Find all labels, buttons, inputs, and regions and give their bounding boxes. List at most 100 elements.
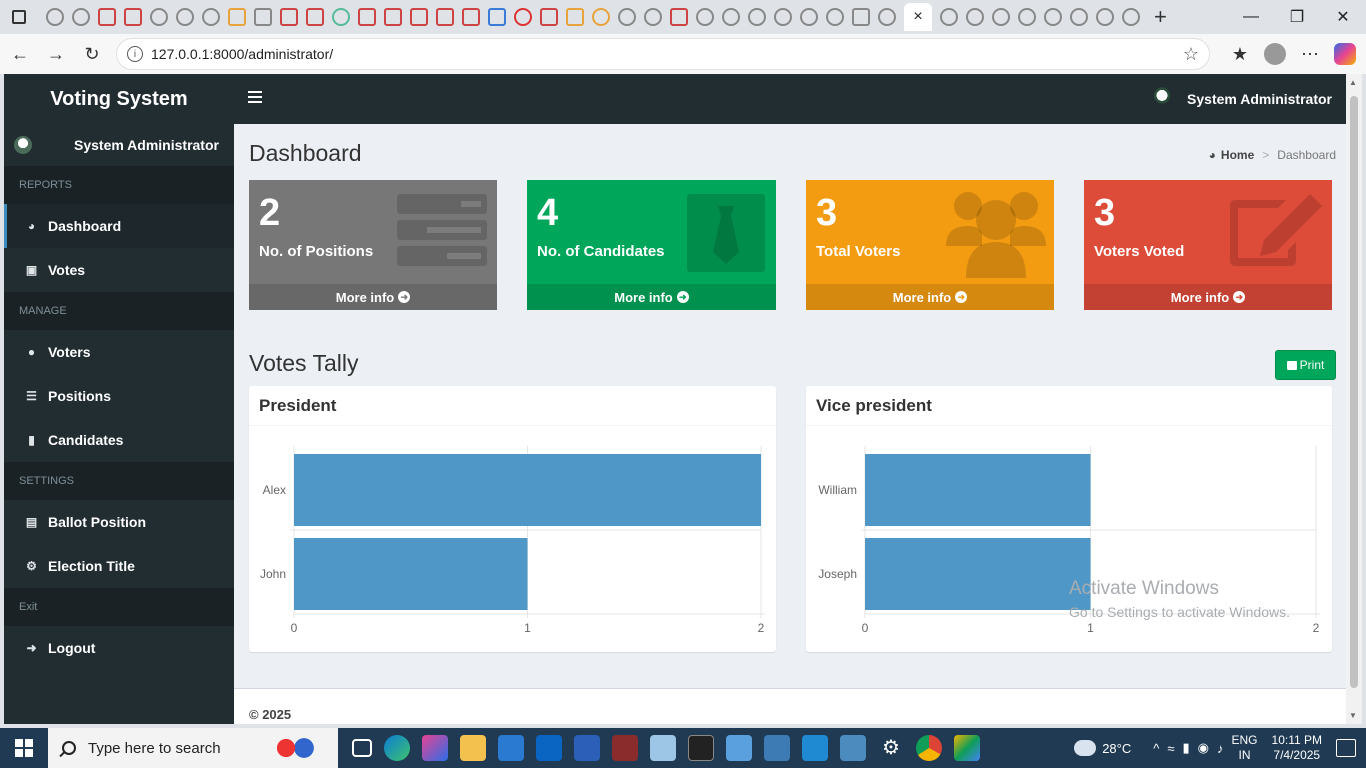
tab-drive-icon[interactable] [566,8,584,26]
tab-pdf-icon[interactable] [98,8,116,26]
language-indicator[interactable]: ENG IN [1232,733,1258,763]
tab-app-icon[interactable] [254,8,272,26]
new-tab-icon[interactable]: + [1154,4,1167,30]
tab-globe-icon[interactable] [1018,8,1036,26]
tab-globe-icon[interactable] [176,8,194,26]
notes-icon[interactable] [650,735,676,761]
scroll-down-icon[interactable]: ▼ [1349,711,1357,720]
tab-globe-icon[interactable] [748,8,766,26]
control-panel-icon[interactable] [726,735,752,761]
git-icon[interactable] [954,735,980,761]
edge-icon[interactable] [384,735,410,761]
url-bar[interactable]: i 127.0.0.1:8000/administrator/ ☆ [116,38,1210,70]
tab-pdf-icon[interactable] [462,8,480,26]
python-icon[interactable] [764,735,790,761]
user-menu[interactable]: System Administrator [1153,74,1332,124]
weather-widget[interactable]: 28°C [1074,740,1131,756]
tab-pdf-icon[interactable] [306,8,324,26]
tab-app-icon[interactable] [592,8,610,26]
battery-icon[interactable]: ▮ [1183,740,1190,756]
tab-globe-icon[interactable] [1122,8,1140,26]
back-icon[interactable]: ← [2,36,38,72]
chrome-icon[interactable] [916,735,942,761]
breadcrumb-home-link[interactable]: Home [1221,148,1254,162]
tab-github-icon[interactable] [202,8,220,26]
sidebar-item-voters[interactable]: ● Voters [4,330,234,374]
tab-pdf-icon[interactable] [436,8,454,26]
tab-gear-icon[interactable] [150,8,168,26]
scroll-thumb[interactable] [1350,96,1358,688]
copilot-app-icon[interactable] [422,735,448,761]
sidebar-item-logout[interactable]: ➜ Logout [4,626,234,670]
tab-pdf-icon[interactable] [410,8,428,26]
favorites-icon[interactable]: ★ [1228,44,1252,65]
tab-bing-icon[interactable] [488,8,506,26]
more-info-link[interactable]: More info ➜ [249,284,497,310]
profile-avatar-icon[interactable] [1264,43,1286,65]
tab-globe-icon[interactable] [1070,8,1088,26]
terminal-icon[interactable] [688,735,714,761]
more-info-link[interactable]: More info ➜ [527,284,776,310]
sidebar-item-ballot-position[interactable]: ▤ Ballot Position [4,500,234,544]
tab-pdf-icon[interactable] [540,8,558,26]
tab-pdf-icon[interactable] [358,8,376,26]
outlook-icon[interactable] [536,735,562,761]
url-text[interactable]: 127.0.0.1:8000/administrator/ [151,46,333,62]
print-button[interactable]: Print [1275,350,1336,380]
tab-globe-icon[interactable] [800,8,818,26]
winrar-icon[interactable] [612,735,638,761]
tab-drive-icon[interactable] [228,8,246,26]
sidebar-item-dashboard[interactable]: ◕ Dashboard [4,204,234,248]
tab-pdf-icon[interactable] [670,8,688,26]
more-info-link[interactable]: More info ➜ [1084,284,1332,310]
clock[interactable]: 10:11 PM 7/4/2025 [1272,733,1322,763]
more-menu-icon[interactable]: ⋯ [1298,44,1322,65]
tab-heart-icon[interactable] [514,8,532,26]
tab-pdf-icon[interactable] [280,8,298,26]
tab-globe-icon[interactable] [1044,8,1062,26]
notifications-icon[interactable] [1336,739,1356,757]
tab-map-icon[interactable] [332,8,350,26]
chevron-up-icon[interactable]: ^ [1153,741,1159,756]
tab-globe-icon[interactable] [878,8,896,26]
close-window-icon[interactable]: ✕ [1320,0,1366,34]
scroll-up-icon[interactable]: ▲ [1349,78,1357,87]
volume-icon[interactable]: ♪ [1217,741,1224,756]
start-button[interactable] [0,728,48,768]
tab-pdf-icon[interactable] [124,8,142,26]
store-icon[interactable] [498,735,524,761]
vscode-icon[interactable] [802,735,828,761]
forward-icon[interactable]: → [38,36,74,72]
active-tab-close-icon[interactable]: × [904,3,932,31]
app-logo[interactable]: Voting System [4,74,234,124]
maximize-icon[interactable]: ❐ [1274,0,1320,34]
more-info-link[interactable]: More info ➜ [806,284,1054,310]
file-explorer-icon[interactable] [460,735,486,761]
word-icon[interactable] [574,735,600,761]
tab-globe-icon[interactable] [696,8,714,26]
tab-globe-icon[interactable] [722,8,740,26]
sidebar-item-election-title[interactable]: ⚙ Election Title [4,544,234,588]
site-info-icon[interactable]: i [127,46,143,62]
tab-globe-icon[interactable] [72,8,90,26]
tab-pdf-icon[interactable] [384,8,402,26]
favorite-star-icon[interactable]: ☆ [1183,44,1199,65]
sidebar-item-votes[interactable]: ▣ Votes [4,248,234,292]
tab-globe-icon[interactable] [966,8,984,26]
tab-globe-icon[interactable] [1096,8,1114,26]
sidebar-item-candidates[interactable]: ▮ Candidates [4,418,234,462]
sidebar-item-positions[interactable]: ☰ Positions [4,374,234,418]
python-idle-icon[interactable] [840,735,866,761]
task-view-icon[interactable] [352,739,372,757]
settings-icon[interactable]: ⚙ [878,735,904,761]
location-icon[interactable]: ◉ [1198,740,1209,756]
reload-icon[interactable]: ↻ [74,36,110,72]
tab-app-icon[interactable] [644,8,662,26]
copilot-icon[interactable] [1334,43,1356,65]
tab-actions-icon[interactable] [12,10,26,24]
tab-app-icon[interactable] [992,8,1010,26]
tab-globe-icon[interactable] [774,8,792,26]
tab-globe-icon[interactable] [826,8,844,26]
tab-globe-icon[interactable] [46,8,64,26]
page-scrollbar[interactable]: ▲ ▼ [1346,74,1362,724]
